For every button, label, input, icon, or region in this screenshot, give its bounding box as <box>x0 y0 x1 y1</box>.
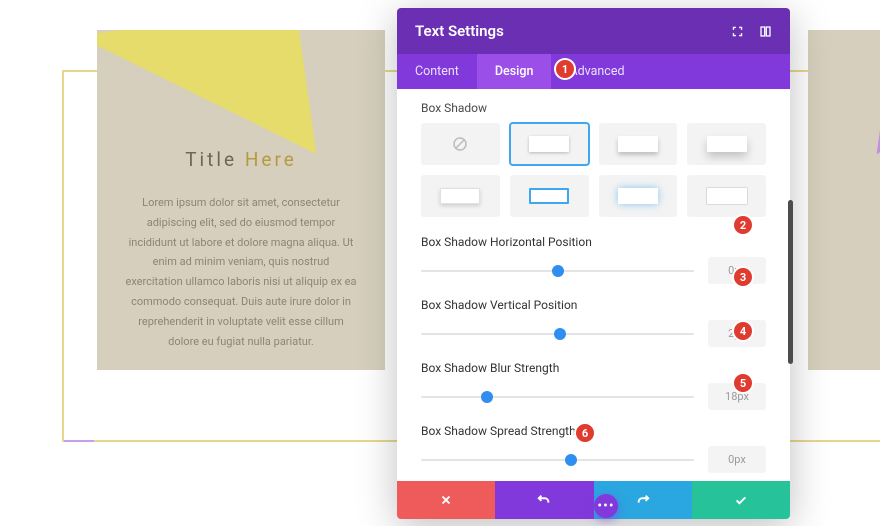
annotation-marker-4: 4 <box>734 322 752 340</box>
text-settings-modal: Text Settings Content Design Advanced Bo… <box>397 8 790 519</box>
control-label: Box Shadow Vertical Position <box>421 298 766 312</box>
shadow-preset-grid <box>421 123 766 217</box>
slider-horizontal[interactable] <box>421 263 694 279</box>
control-vertical-position: Box Shadow Vertical Position 2px <box>421 298 766 347</box>
control-label: Box Shadow Blur Strength <box>421 361 766 375</box>
card-title-accent: Here <box>245 148 297 171</box>
ellipsis-icon: ••• <box>597 498 614 514</box>
section-box-shadow-label: Box Shadow <box>421 101 766 115</box>
modal-header: Text Settings <box>397 8 790 54</box>
save-button[interactable] <box>692 481 790 519</box>
slider-track <box>421 396 694 398</box>
preset-swatch <box>529 136 569 152</box>
annotation-marker-1: 1 <box>556 60 574 78</box>
shadow-preset-4[interactable] <box>421 175 500 217</box>
preview-card-right: x Lorem ip adipiscin incididu aliqua. U … <box>808 30 880 370</box>
shadow-preset-3[interactable] <box>687 123 766 165</box>
control-blur: Box Shadow Blur Strength 18px <box>421 361 766 410</box>
expand-icon[interactable] <box>730 24 744 38</box>
shadow-preset-7[interactable] <box>687 175 766 217</box>
shadow-preset-6[interactable] <box>599 175 678 217</box>
annotation-marker-5: 5 <box>734 374 752 392</box>
undo-button[interactable] <box>495 481 593 519</box>
card-body-right: Lorem ip adipiscin incididu aliqua. U no… <box>834 193 880 351</box>
preview-card-left: Title Here Lorem ipsum dolor sit amet, c… <box>97 30 385 370</box>
preset-swatch <box>440 188 480 204</box>
annotation-marker-6: 6 <box>576 424 594 442</box>
slider-thumb[interactable] <box>565 454 577 466</box>
modal-title: Text Settings <box>415 22 504 40</box>
modal-tabs: Content Design Advanced <box>397 54 790 89</box>
annotation-marker-2: 2 <box>734 216 752 234</box>
modal-body: Box Shadow Box Shadow Horizontal Positio… <box>397 89 790 481</box>
card-title: Title Here <box>97 148 385 171</box>
modal-scrollbar-thumb[interactable] <box>788 200 793 364</box>
cancel-button[interactable] <box>397 481 495 519</box>
redo-icon <box>636 493 650 507</box>
slider-track <box>421 459 694 461</box>
card-title-part: Title <box>185 148 245 171</box>
control-label: Box Shadow Horizontal Position <box>421 235 766 249</box>
value-spread[interactable]: 0px <box>708 446 766 473</box>
ban-icon <box>451 135 469 153</box>
shadow-preset-none[interactable] <box>421 123 500 165</box>
close-icon <box>439 493 453 507</box>
tab-content[interactable]: Content <box>397 54 477 89</box>
preset-swatch <box>618 188 658 204</box>
slider-blur[interactable] <box>421 389 694 405</box>
annotation-marker-3: 3 <box>734 268 752 286</box>
shadow-preset-2[interactable] <box>599 123 678 165</box>
undo-icon <box>537 493 551 507</box>
check-icon <box>734 493 748 507</box>
preset-swatch <box>707 188 747 204</box>
slider-thumb[interactable] <box>552 265 564 277</box>
slider-thumb[interactable] <box>554 328 566 340</box>
modal-footer <box>397 481 790 519</box>
triangle-accent-purple <box>877 30 880 185</box>
preset-swatch <box>529 188 569 204</box>
snap-icon[interactable] <box>758 24 772 38</box>
preset-swatch <box>618 136 658 152</box>
shadow-preset-5[interactable] <box>510 175 589 217</box>
floating-menu-button[interactable]: ••• <box>594 494 618 518</box>
slider-vertical[interactable] <box>421 326 694 342</box>
slider-spread[interactable] <box>421 452 694 468</box>
shadow-preset-1[interactable] <box>510 123 589 165</box>
control-horizontal-position: Box Shadow Horizontal Position 0px <box>421 235 766 284</box>
card-body: Lorem ipsum dolor sit amet, consectetur … <box>123 193 359 351</box>
preset-swatch <box>707 136 747 152</box>
tab-design[interactable]: Design <box>477 54 552 89</box>
slider-thumb[interactable] <box>481 391 493 403</box>
